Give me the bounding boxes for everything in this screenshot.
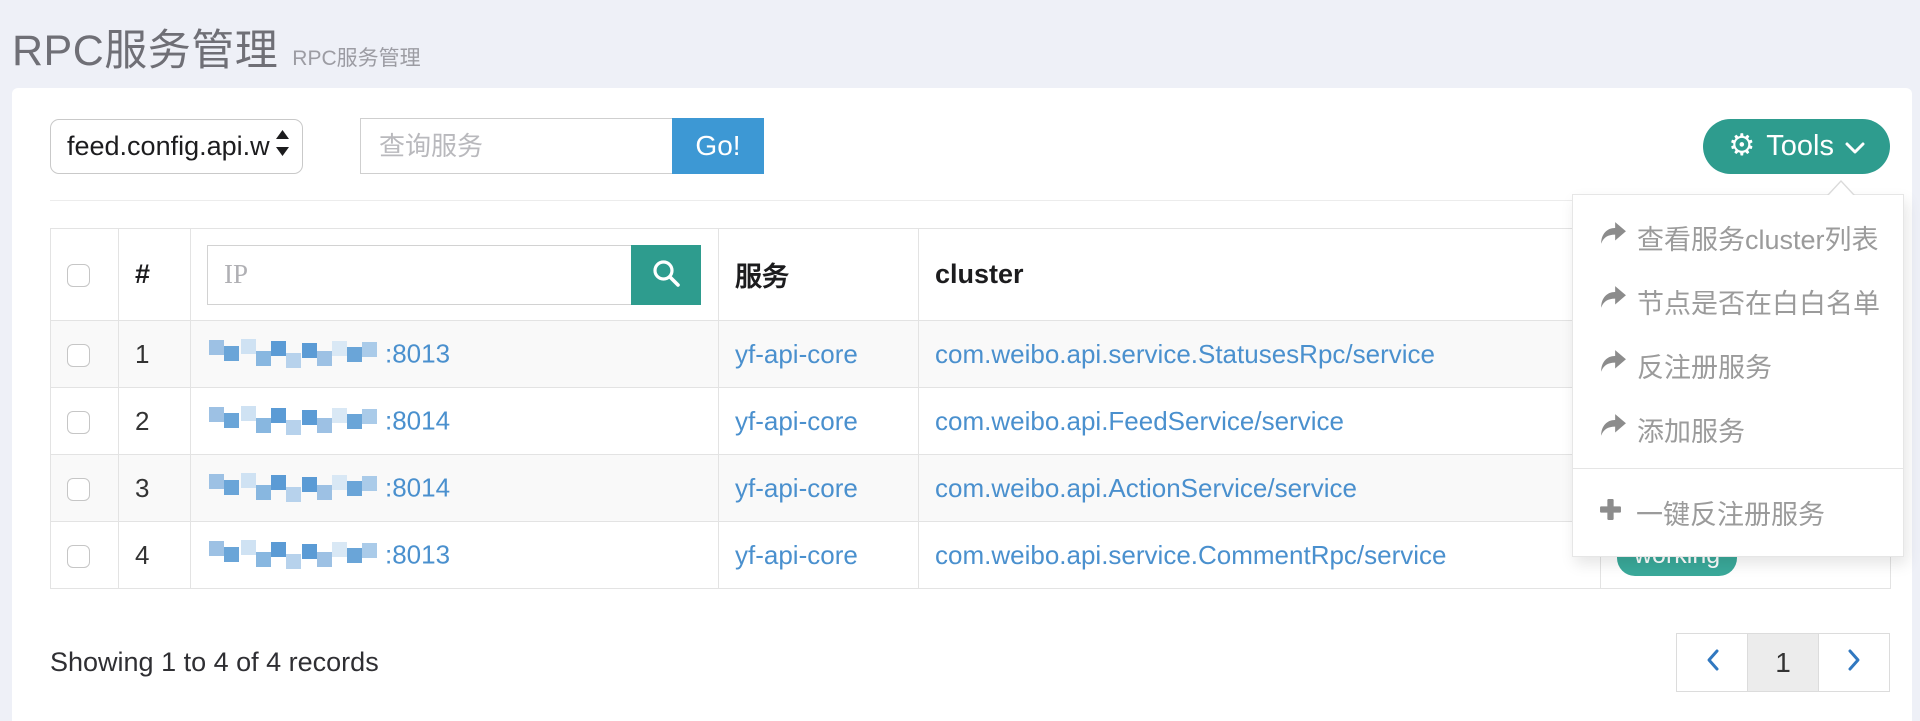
tools-button[interactable]: ⚙ Tools <box>1703 119 1890 174</box>
service-column-header: 服务 <box>719 229 919 321</box>
service-link[interactable]: yf-api-core <box>735 339 858 369</box>
row-index: 2 <box>119 388 191 455</box>
go-button[interactable]: Go! <box>672 118 764 174</box>
ip-filter <box>207 245 702 305</box>
table-footer: Showing 1 to 4 of 4 records 1 <box>50 633 1890 692</box>
menu-item-label: 查看服务cluster列表 <box>1637 218 1879 257</box>
ip-link[interactable]: :8013 <box>385 540 450 570</box>
menu-item-label: 反注册服务 <box>1637 346 1772 385</box>
row-checkbox[interactable] <box>67 411 90 434</box>
menu-item-label: 一键反注册服务 <box>1636 493 1825 532</box>
redacted-ip <box>207 470 385 506</box>
row-checkbox[interactable] <box>67 478 90 501</box>
service-group-select-value: feed.config.api.w <box>67 131 270 162</box>
menu-item-view-cluster-list[interactable]: 查看服务cluster列表 <box>1573 205 1903 269</box>
service-link[interactable]: yf-api-core <box>735 540 858 570</box>
redacted-ip <box>207 336 385 372</box>
tools-button-label: Tools <box>1766 130 1834 163</box>
pagination-page-1-button[interactable]: 1 <box>1747 633 1819 692</box>
menu-item-node-whitelist[interactable]: 节点是否在白白名单 <box>1573 269 1903 333</box>
row-index: 1 <box>119 321 191 388</box>
pagination-next-button[interactable] <box>1818 633 1890 692</box>
forward-arrow-icon <box>1599 221 1627 254</box>
page-subtitle: RPC服务管理 <box>292 42 420 72</box>
row-index: 4 <box>119 522 191 589</box>
page-title: RPC服务管理 <box>12 16 278 78</box>
pagination: 1 <box>1677 633 1890 692</box>
page-header: RPC服务管理 RPC服务管理 <box>0 0 1920 88</box>
menu-item-label: 添加服务 <box>1637 410 1745 449</box>
chevron-down-icon <box>1845 130 1865 163</box>
ip-link[interactable]: :8014 <box>385 406 450 436</box>
ip-search-button[interactable] <box>631 245 701 305</box>
service-search-group: Go! <box>360 118 764 174</box>
menu-item-add-service[interactable]: 添加服务 <box>1573 397 1903 461</box>
forward-arrow-icon <box>1599 413 1627 446</box>
menu-item-unregister-service[interactable]: 反注册服务 <box>1573 333 1903 397</box>
tools-dropdown-menu: 查看服务cluster列表 节点是否在白白名单 反注册服务 添加服务 一键反注册… <box>1572 194 1904 557</box>
cluster-link[interactable]: com.weibo.api.service.CommentRpc/service <box>935 540 1447 570</box>
ip-filter-input[interactable] <box>207 245 631 305</box>
cluster-link[interactable]: com.weibo.api.ActionService/service <box>935 473 1357 503</box>
row-checkbox[interactable] <box>67 344 90 367</box>
service-search-input[interactable] <box>360 118 672 174</box>
ip-link[interactable]: :8014 <box>385 473 450 503</box>
service-group-select[interactable]: feed.config.api.w <box>50 119 303 174</box>
menu-item-label: 节点是否在白白名单 <box>1637 282 1880 321</box>
forward-arrow-icon <box>1599 285 1627 318</box>
gear-icon: ⚙ <box>1728 131 1755 161</box>
plus-icon <box>1599 497 1622 528</box>
row-index: 3 <box>119 455 191 522</box>
ip-link[interactable]: :8013 <box>385 339 450 369</box>
records-summary: Showing 1 to 4 of 4 records <box>50 647 379 678</box>
menu-item-one-click-unregister[interactable]: 一键反注册服务 <box>1573 476 1903 548</box>
select-caret-icon <box>275 130 290 163</box>
select-all-checkbox[interactable] <box>67 264 90 287</box>
cluster-column-header: cluster <box>919 229 1601 321</box>
toolbar: feed.config.api.w Go! ⚙ Tools <box>50 118 1890 174</box>
index-column-header: # <box>119 229 191 321</box>
redacted-ip <box>207 403 385 439</box>
row-checkbox[interactable] <box>67 545 90 568</box>
menu-divider <box>1573 468 1903 469</box>
redacted-ip <box>207 537 385 573</box>
pagination-prev-button[interactable] <box>1676 633 1748 692</box>
chevron-left-icon <box>1705 647 1720 679</box>
forward-arrow-icon <box>1599 349 1627 382</box>
cluster-link[interactable]: com.weibo.api.FeedService/service <box>935 406 1344 436</box>
cluster-link[interactable]: com.weibo.api.service.StatusesRpc/servic… <box>935 339 1435 369</box>
service-link[interactable]: yf-api-core <box>735 406 858 436</box>
chevron-right-icon <box>1847 647 1862 679</box>
search-icon <box>651 258 681 291</box>
service-link[interactable]: yf-api-core <box>735 473 858 503</box>
